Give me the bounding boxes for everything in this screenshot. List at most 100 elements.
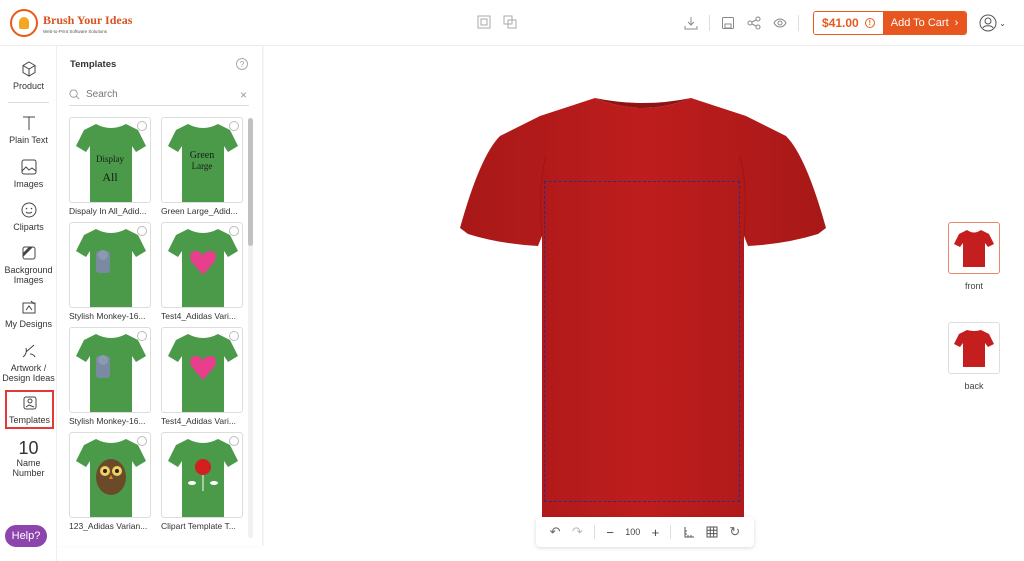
rail-label: Artwork / [10,363,47,373]
lightbulb-icon [10,9,38,37]
rail-label: My Designs [4,319,52,329]
rail-item-background-images[interactable]: Background Images [0,244,57,285]
template-thumb[interactable]: Green Large [161,117,243,203]
panel-scrollbar[interactable] [248,118,253,538]
template-label: 123_Adidas Varian... [69,521,148,531]
zoom-icon[interactable] [229,331,239,341]
rail-label: Plain Text [9,135,48,145]
rail-divider [8,102,49,103]
zoom-icon[interactable] [229,121,239,131]
view-front-thumb[interactable] [948,222,1000,274]
help-button[interactable]: Help? [5,525,47,547]
cube-icon [22,61,35,77]
template-thumb[interactable]: Display All [69,117,151,203]
clear-icon[interactable]: × [240,88,247,102]
divider [798,15,800,31]
template-thumb[interactable] [69,327,151,413]
template-item[interactable]: Stylish Monkey-16... [69,222,151,321]
rail-item-artwork[interactable]: Artwork / Design Ideas [0,342,57,383]
rail-item-product[interactable]: Product [0,60,57,91]
top-bar: Brush Your Ideas Web-to-Print Software S… [0,0,1024,46]
download-icon[interactable] [683,15,699,31]
search-input[interactable] [86,89,216,100]
user-menu[interactable]: ⌄ [979,14,1006,32]
template-item[interactable]: Green Large Green Large_Adid... [161,117,243,216]
template-item[interactable]: 123_Adidas Varian... [69,432,151,531]
panel-title: Templates [70,59,117,70]
template-thumb[interactable] [69,222,151,308]
price-cart-group: $41.00 ! Add To Cart › [813,11,968,35]
zoom-icon[interactable] [229,226,239,236]
chevron-down-icon: ⌄ [999,18,1006,28]
template-text-line1: Display [96,154,124,164]
background-icon [22,246,35,260]
rail-item-images[interactable]: Images [0,158,57,189]
rail-label: Product [12,81,45,91]
divider [670,525,672,539]
brand-name: Brush Your Ideas [43,12,133,27]
reset-icon[interactable]: ↻ [729,524,740,540]
template-item[interactable]: Test4_Adidas Vari... [161,327,243,426]
rail-label: Images [13,275,44,285]
tool-rail: Product Plain Text Images Cliparts Backg… [0,46,57,561]
template-text-line1: Green [189,150,215,161]
tshirt-front-icon [954,230,994,267]
template-thumb[interactable] [69,432,151,518]
undo-icon[interactable]: ↶ [550,524,561,540]
preview-icon[interactable] [772,15,788,31]
zoom-icon[interactable] [137,226,147,236]
template-item[interactable]: Clipart Template T... [161,432,243,531]
template-label: Stylish Monkey-16... [69,416,146,426]
divider [594,525,596,539]
template-label: Dispaly In All_Adid... [69,206,147,216]
smiley-icon [21,202,36,218]
print-area[interactable] [544,181,740,502]
help-circle-icon[interactable]: ? [236,58,248,70]
rail-label: Name [16,458,41,468]
design-canvas[interactable]: ↶ ↷ − 100 + ↻ front back [264,46,1024,561]
template-item[interactable]: Stylish Monkey-16... [69,327,151,426]
template-item[interactable]: Display All Dispaly In All_Adid... [69,117,151,216]
template-thumb[interactable] [161,432,243,518]
image-icon [21,159,36,175]
template-item[interactable]: Test4_Adidas Vari... [161,222,243,321]
price-value: $41.00 [822,16,859,30]
user-icon [979,14,997,32]
add-to-cart-button[interactable]: Add To Cart › [882,12,967,34]
search-icon [69,89,80,100]
zoom-icon[interactable] [137,436,147,446]
brand-tagline: Web-to-Print Software Solutions [43,28,107,34]
price-display[interactable]: $41.00 ! [814,12,883,34]
rail-item-cliparts[interactable]: Cliparts [0,201,57,232]
align-icon[interactable] [476,14,492,30]
ruler-icon[interactable] [683,526,695,538]
share-icon[interactable] [746,15,762,31]
brand-logo[interactable]: Brush Your Ideas Web-to-Print Software S… [10,9,132,37]
rail-item-templates[interactable]: Templates [5,390,54,429]
template-thumb[interactable] [161,222,243,308]
search-bar: × [69,84,249,106]
group-icon[interactable] [502,14,518,30]
zoom-in-button[interactable]: + [652,525,660,540]
template-text-line2: All [102,170,118,184]
text-icon [22,116,35,130]
template-thumb[interactable] [161,327,243,413]
add-to-cart-label: Add To Cart [890,17,949,29]
scrollbar-thumb[interactable] [248,118,253,246]
zoom-level: 100 [625,527,641,537]
rail-item-name-number[interactable]: 10 Name Number [0,438,57,478]
rail-item-plain-text[interactable]: Plain Text [0,114,57,145]
zoom-icon[interactable] [137,331,147,341]
save-icon[interactable] [720,15,736,31]
zoom-icon[interactable] [137,121,147,131]
redo-icon[interactable]: ↷ [572,524,583,540]
templates-panel: Templates ? × Display All Dispaly In All… [57,46,263,546]
rail-item-my-designs[interactable]: My Designs [0,298,57,329]
template-label: Test4_Adidas Vari... [161,416,236,426]
view-back-label: back [964,381,984,391]
zoom-out-button[interactable]: − [606,525,614,540]
view-back-thumb[interactable] [948,322,1000,374]
template-label: Clipart Template T... [161,521,236,531]
zoom-icon[interactable] [229,436,239,446]
grid-icon[interactable] [706,526,718,538]
